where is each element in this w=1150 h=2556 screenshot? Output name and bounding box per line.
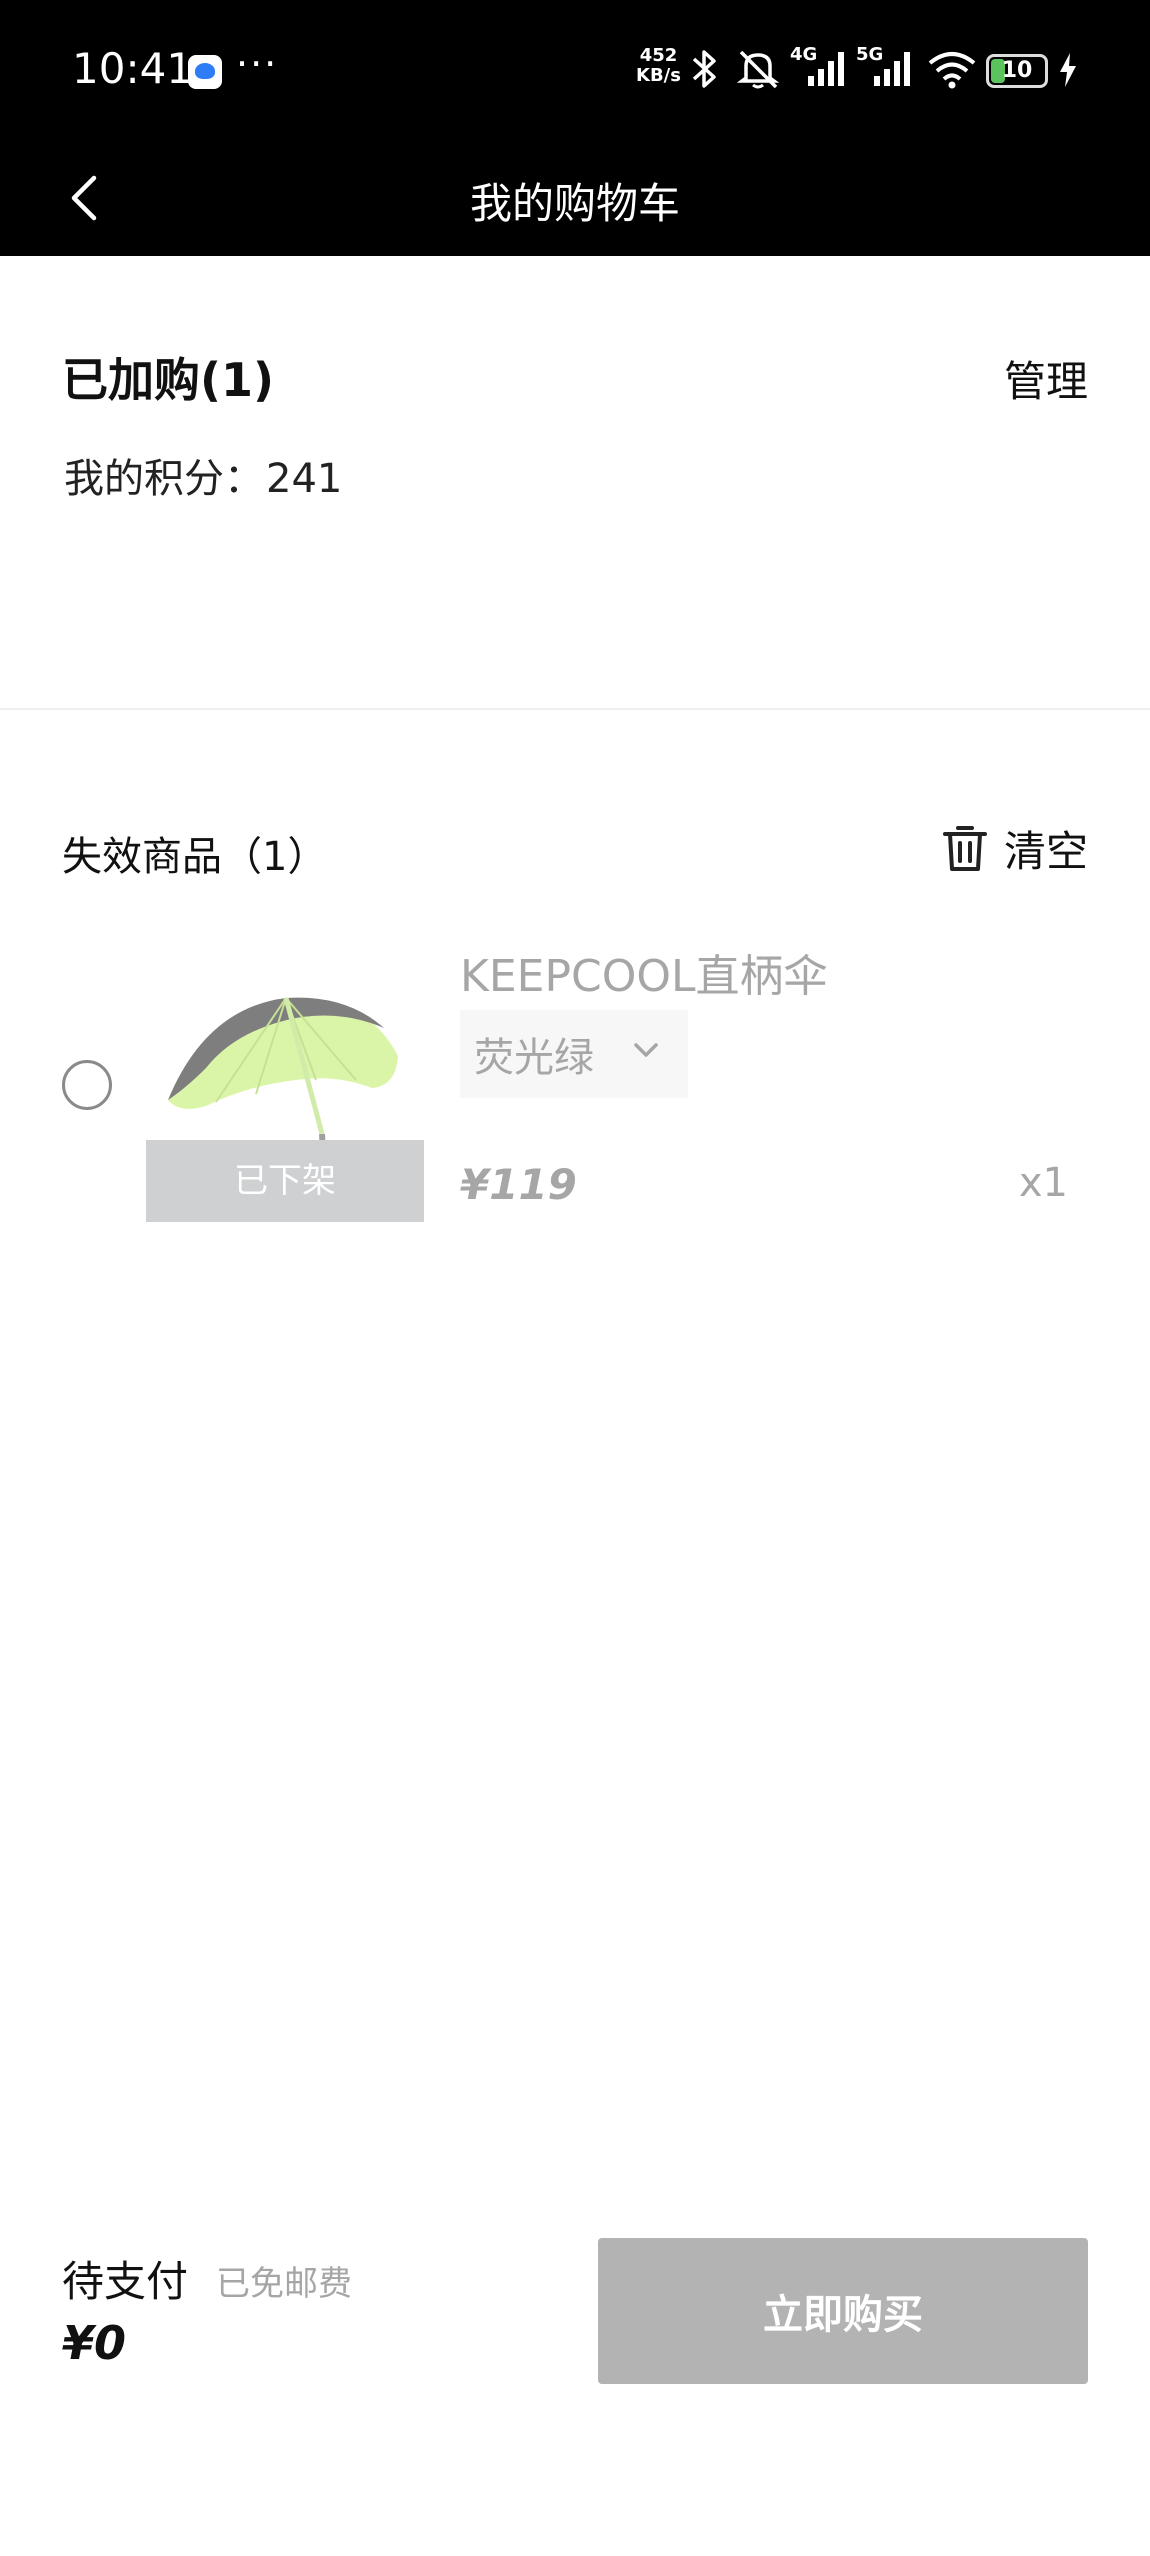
points-label: 我的积分：	[64, 456, 264, 502]
bluetooth-icon	[692, 50, 716, 88]
points-value: 241	[266, 456, 343, 502]
app-screen: 10:41 ··· 452 KB/s 4G 5G 10 我的购物车 已加购(1)…	[0, 0, 1150, 2556]
section-divider	[0, 708, 1150, 710]
page-title: 我的购物车	[469, 179, 680, 228]
product-quantity: x1	[1018, 1160, 1068, 1206]
item-select-radio[interactable]	[62, 1060, 112, 1110]
network-speed-value: 452	[639, 45, 678, 66]
free-shipping-note: 已免邮费	[216, 2264, 352, 2304]
trash-icon	[942, 826, 987, 871]
invalid-items-heading: 失效商品（1）	[62, 834, 328, 880]
cell-signal-icon	[808, 52, 844, 86]
battery-icon: 10	[986, 54, 1048, 88]
total-amount: ¥0	[62, 2316, 127, 2370]
product-price: ¥119	[460, 1160, 577, 1209]
status-time: 10:41	[72, 44, 194, 93]
cell-signal-icon-2	[874, 52, 910, 86]
pending-payment-label: 待支付	[62, 2257, 189, 2306]
variant-selector[interactable]: 荧光绿	[460, 1010, 688, 1098]
buy-now-button[interactable]: 立即购买	[598, 2238, 1088, 2384]
added-items-heading: 已加购(1)	[62, 353, 275, 407]
wifi-icon	[928, 52, 976, 89]
battery-level: 10	[1001, 58, 1033, 83]
more-notifications-indicator: ···	[236, 42, 279, 86]
chevron-down-icon	[634, 1043, 658, 1057]
off-shelf-badge: 已下架	[146, 1140, 424, 1222]
nav-bar: 我的购物车	[0, 140, 1150, 256]
status-bar: 10:41 ··· 452 KB/s 4G 5G 10	[0, 0, 1150, 140]
network-speed-unit: KB/s	[636, 65, 681, 86]
app-notification-icon	[188, 55, 222, 89]
points-row: 我的积分：241	[62, 446, 342, 504]
manage-button[interactable]: 管理	[1004, 348, 1088, 409]
bell-muted-icon	[736, 50, 780, 89]
clear-label: 清空	[1003, 826, 1088, 876]
clear-invalid-button[interactable]: 清空	[942, 820, 1088, 876]
thumbnail-overlay	[146, 968, 424, 1140]
variant-label: 荧光绿	[474, 1035, 594, 1081]
product-name[interactable]: KEEPCOOL直柄伞	[460, 940, 828, 1004]
charging-icon	[1060, 53, 1076, 87]
network-speed: 452 KB/s	[636, 46, 681, 86]
